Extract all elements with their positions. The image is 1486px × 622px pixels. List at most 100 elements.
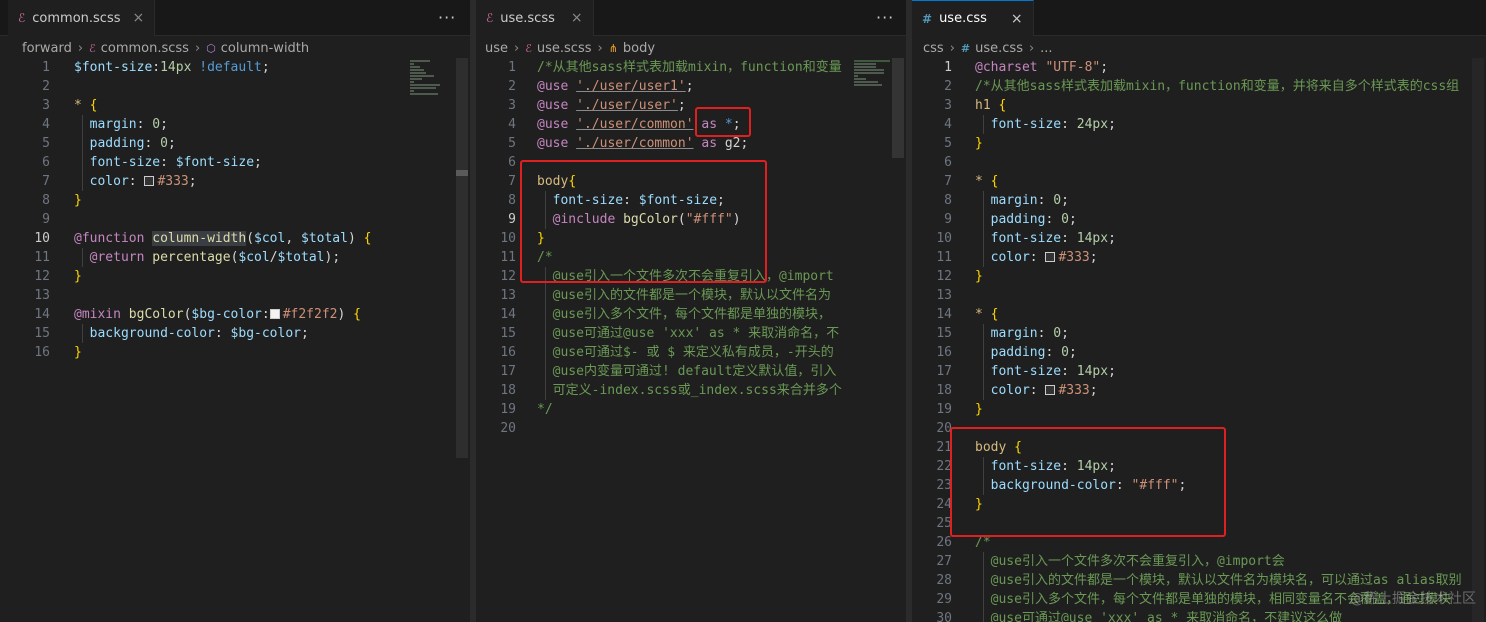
code-text: @mixin bgColor($bg-color: #f2f2f2) { (74, 305, 361, 324)
code-line[interactable]: 18 color: #333; (912, 381, 1472, 400)
line-number: 14 (34, 307, 50, 322)
breadcrumb-item-folder[interactable]: css (923, 41, 944, 56)
tab-use-css[interactable]: # use.css × (912, 0, 1034, 36)
code-line[interactable]: 16} (0, 343, 410, 362)
code-line[interactable]: 1 @charset "UTF-8"; (912, 58, 1472, 77)
code-line[interactable]: 15 background-color: $bg-color; (0, 324, 410, 343)
code-line[interactable]: 15 margin: 0; (912, 324, 1472, 343)
code-line[interactable]: 12} (912, 267, 1472, 286)
code-line[interactable]: 3 h1 { (912, 96, 1472, 115)
code-text: } (975, 134, 983, 153)
code-line[interactable]: 30 @use可通过@use 'xxx' as * 来取消命名，不建议这么做 (912, 609, 1472, 622)
code-token: * (975, 307, 991, 322)
line-number: 14 (936, 307, 952, 322)
code-line[interactable]: 6 (912, 153, 1472, 172)
code-line[interactable]: 8} (0, 191, 410, 210)
line-number: 13 (34, 288, 50, 303)
code-line[interactable]: 13 (912, 286, 1472, 305)
more-actions-icon[interactable]: ··· (438, 8, 456, 27)
code-line[interactable]: 14 @mixin bgColor($bg-color: #f2f2f2) { (0, 305, 410, 324)
code-line[interactable]: 7 color: #333; (0, 172, 410, 191)
color-swatch-icon[interactable] (1045, 252, 1056, 262)
code-line[interactable]: 4 font-size: 24px; (912, 115, 1472, 134)
code-line[interactable]: 11 @return percentage($col/$total); (0, 248, 410, 267)
breadcrumb-item-more[interactable]: ... (1040, 41, 1052, 56)
code-line[interactable]: 1 /*从其他sass样式表加载mixin，function和变量 (476, 58, 846, 77)
line-number: 9 (508, 212, 516, 227)
more-actions-icon[interactable]: ··· (876, 8, 894, 27)
close-icon[interactable]: × (133, 10, 145, 26)
vertical-scrollbar[interactable] (1472, 58, 1484, 622)
code-line[interactable]: 17 @use内变量可通过! default定义默认值，引入 (476, 362, 846, 381)
code-line[interactable]: 16 padding: 0; (912, 343, 1472, 362)
code-token: ; (301, 326, 309, 341)
breadcrumb-item-file[interactable]: use.css (975, 41, 1023, 56)
code-line[interactable]: 3 * { (0, 96, 410, 115)
close-icon[interactable]: × (1011, 11, 1023, 27)
code-line[interactable]: 5 padding: 0; (0, 134, 410, 153)
code-line[interactable]: 6 font-size: $font-size; (0, 153, 410, 172)
code-line[interactable]: 17 font-size: 14px; (912, 362, 1472, 381)
code-line[interactable]: 7 * { (912, 172, 1472, 191)
tab-use-scss[interactable]: ℰ use.scss × (476, 0, 594, 36)
code-line[interactable]: 13 (0, 286, 410, 305)
code-token: @use引入多个文件，每个文件都是单独的模块， (537, 307, 831, 322)
code-token: / (269, 250, 278, 265)
code-line[interactable]: 14 @use引入多个文件，每个文件都是单独的模块， (476, 305, 846, 324)
code-line[interactable]: 10 @function column-width($col, $total) { (0, 229, 410, 248)
tab-common-scss[interactable]: ℰ common.scss × (8, 0, 156, 36)
code-text: color: #333; (74, 172, 197, 191)
code-line[interactable]: 13 @use引入的文件都是一个模块，默认以文件名为 (476, 286, 846, 305)
code-line[interactable]: 5} (912, 134, 1472, 153)
code-line[interactable]: 4 margin: 0; (0, 115, 410, 134)
breadcrumb-item-symbol[interactable]: column-width (221, 41, 309, 56)
code-line[interactable]: 12} (0, 267, 410, 286)
vertical-scrollbar[interactable] (892, 58, 904, 158)
code-area[interactable]: 1 $font-size:14px !default; 2 3 * {4 margin:… (0, 58, 410, 362)
code-line[interactable]: 20 (476, 419, 846, 438)
breadcrumb-item-folder[interactable]: forward (22, 41, 72, 56)
code-line[interactable]: 9 (0, 210, 410, 229)
color-swatch-icon[interactable] (269, 309, 280, 319)
code-line[interactable]: 1 $font-size:14px !default; (0, 58, 410, 77)
code-line[interactable]: 16 @use可通过$- 或 $ 来定义私有成员，-开头的 (476, 343, 846, 362)
line-number: 16 (936, 345, 952, 360)
code-text: @use引入的文件都是一个模块，默认以文件名为 (537, 286, 831, 305)
code-line[interactable]: 2 /*从其他sass样式表加载mixin，function和变量，并将来自多个样… (912, 77, 1472, 96)
color-swatch-icon[interactable] (1045, 385, 1056, 395)
breadcrumb-item-file[interactable]: common.scss (101, 41, 189, 56)
minimap[interactable] (854, 60, 894, 87)
close-icon[interactable]: × (571, 10, 583, 26)
code-text: font-size: 14px; (975, 229, 1116, 248)
code-line[interactable]: 19 */ (476, 400, 846, 419)
code-token: ; (685, 79, 694, 94)
chevron-right-icon: › (597, 40, 603, 56)
code-line[interactable]: 2 (0, 77, 410, 96)
breadcrumb-item-folder[interactable]: use (485, 41, 508, 56)
breadcrumb-item-symbol[interactable]: body (623, 41, 655, 56)
breadcrumb: forward › ℰ common.scss › ⬡ column-width (0, 37, 470, 59)
code-line[interactable]: 5 @use './user/common' as g2; (476, 134, 846, 153)
code-line[interactable]: 3 @use './user/user'; (476, 96, 846, 115)
scrollbar-thumb[interactable] (456, 170, 468, 176)
breadcrumb-item-file[interactable]: use.scss (537, 41, 592, 56)
color-swatch-icon[interactable] (144, 176, 155, 186)
code-area[interactable]: 1 @charset "UTF-8"; 2 /*从其他sass样式表加载mixin，f… (912, 58, 1472, 622)
code-line[interactable]: 2 @use './user/user1'; (476, 77, 846, 96)
minimap[interactable] (410, 60, 450, 96)
code-token: @use引入的文件都是一个模块，默认以文件名为模块名，可以通过as alias取… (975, 573, 1462, 588)
code-line[interactable]: 19} (912, 400, 1472, 419)
line-number: 19 (936, 402, 952, 417)
code-line[interactable]: 11 color: #333; (912, 248, 1472, 267)
code-line[interactable]: 14 * { (912, 305, 1472, 324)
code-line[interactable]: 4 @use './user/common' as *; (476, 115, 846, 134)
code-line[interactable]: 8 margin: 0; (912, 191, 1472, 210)
code-token: padding (975, 345, 1046, 360)
code-line[interactable]: 15 @use可通过@use 'xxx' as * 来取消命名，不 (476, 324, 846, 343)
code-line[interactable]: 10 font-size: 14px; (912, 229, 1472, 248)
code-line[interactable]: 18 可定义-index.scss或_index.scss来合并多个 (476, 381, 846, 400)
code-line[interactable]: 9 padding: 0; (912, 210, 1472, 229)
code-token: ) (337, 307, 354, 322)
vertical-scrollbar[interactable] (456, 58, 468, 458)
code-line[interactable]: 27 @use引入一个文件多次不会重复引入，@import会 (912, 552, 1472, 571)
